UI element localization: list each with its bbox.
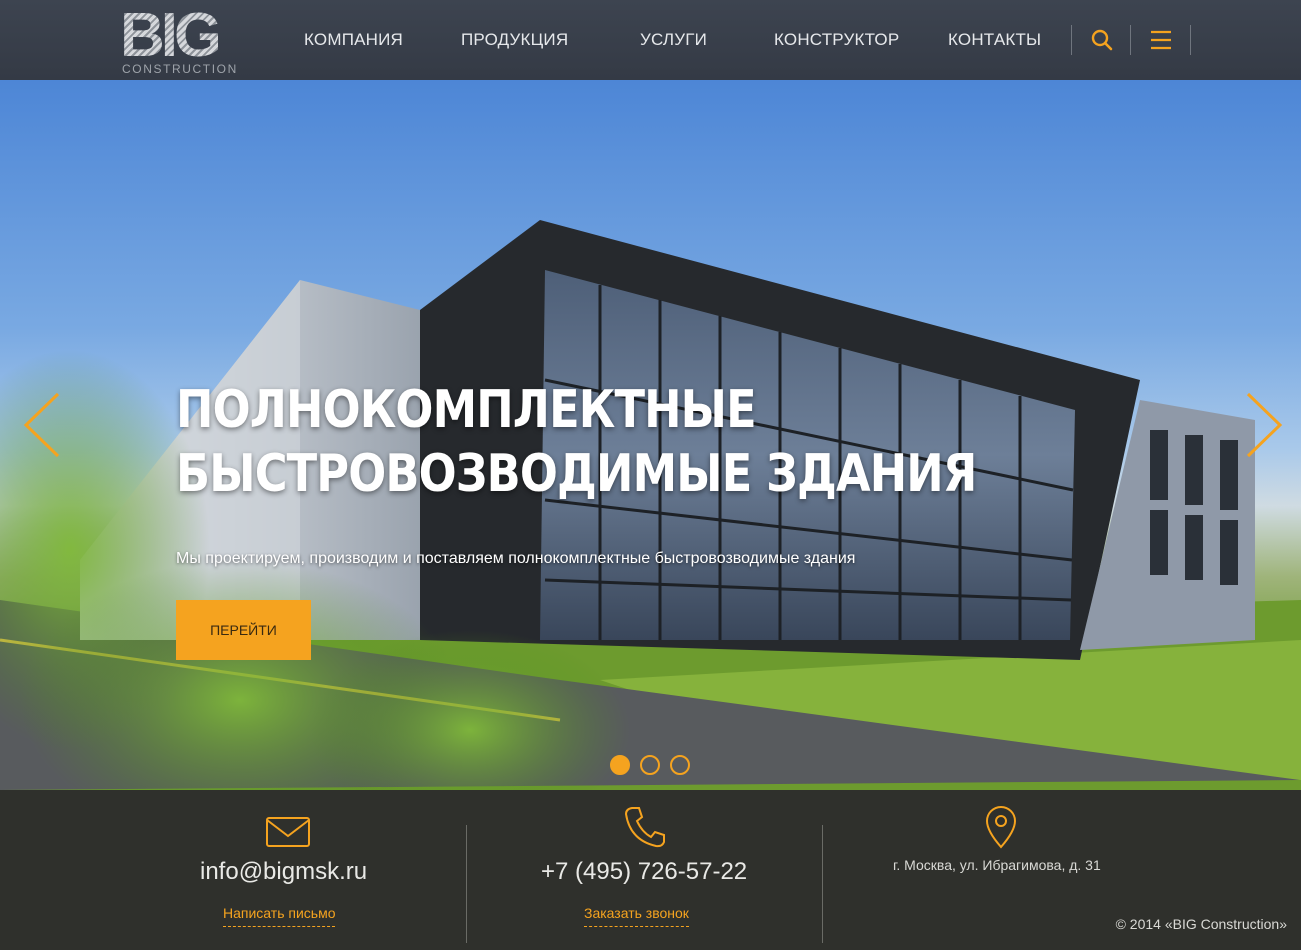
site-header: BIG CONSTRUCTION КОМПАНИЯ ПРОДУКЦИЯ УСЛУ… [0, 0, 1301, 80]
slider-pagination [610, 755, 690, 775]
footer-divider [466, 825, 467, 943]
nav-divider [1071, 25, 1072, 55]
nav-item-company[interactable]: КОМПАНИЯ [304, 30, 403, 50]
request-call-link[interactable]: Заказать звонок [584, 905, 689, 927]
footer-divider [822, 825, 823, 943]
slider-dot[interactable] [670, 755, 690, 775]
slider-dot[interactable] [610, 755, 630, 775]
footer-email[interactable]: info@bigmsk.ru [200, 858, 367, 886]
hero-go-button[interactable]: ПЕРЕЙТИ [176, 600, 311, 660]
location-pin-icon [985, 806, 1017, 849]
write-letter-link[interactable]: Написать письмо [223, 905, 336, 927]
logo-main: BIG [120, 1, 222, 70]
slider-prev-arrow-icon[interactable] [22, 392, 62, 458]
hero-title: ПОЛНОКОМПЛЕКТНЫЕ БЫСТРОВОЗВОДИМЫЕ ЗДАНИЯ [176, 378, 977, 506]
menu-icon[interactable] [1149, 28, 1173, 52]
hero-slider: ПОЛНОКОМПЛЕКТНЫЕ БЫСТРОВОЗВОДИМЫЕ ЗДАНИЯ… [0, 80, 1301, 790]
footer-phone[interactable]: +7 (495) 726-57-22 [541, 858, 747, 886]
nav-item-services[interactable]: УСЛУГИ [640, 30, 707, 50]
nav-divider [1190, 25, 1191, 55]
nav-divider [1130, 25, 1131, 55]
nav-item-products[interactable]: ПРОДУКЦИЯ [461, 30, 568, 50]
footer-address: г. Москва, ул. Ибрагимова, д. 31 [893, 857, 1101, 873]
search-icon[interactable] [1090, 28, 1114, 52]
logo-sub: CONSTRUCTION [122, 62, 238, 76]
nav-item-contacts[interactable]: КОНТАКТЫ [948, 30, 1041, 50]
logo[interactable]: BIG CONSTRUCTION [120, 1, 245, 77]
nav-item-constructor[interactable]: КОНСТРУКТОР [774, 30, 899, 50]
contact-footer: info@bigmsk.ru Написать письмо +7 (495) … [0, 790, 1301, 950]
slider-dot[interactable] [640, 755, 660, 775]
hero-title-line: БЫСТРОВОЗВОДИМЫЕ ЗДАНИЯ [176, 444, 977, 504]
hero-subtitle: Мы проектируем, производим и поставляем … [176, 550, 856, 567]
phone-icon [624, 807, 665, 848]
copyright: © 2014 «BIG Construction» [1115, 916, 1287, 932]
hero-title-line: ПОЛНОКОМПЛЕКТНЫЕ [176, 380, 757, 440]
mail-icon [266, 817, 310, 847]
slider-next-arrow-icon[interactable] [1244, 392, 1284, 458]
